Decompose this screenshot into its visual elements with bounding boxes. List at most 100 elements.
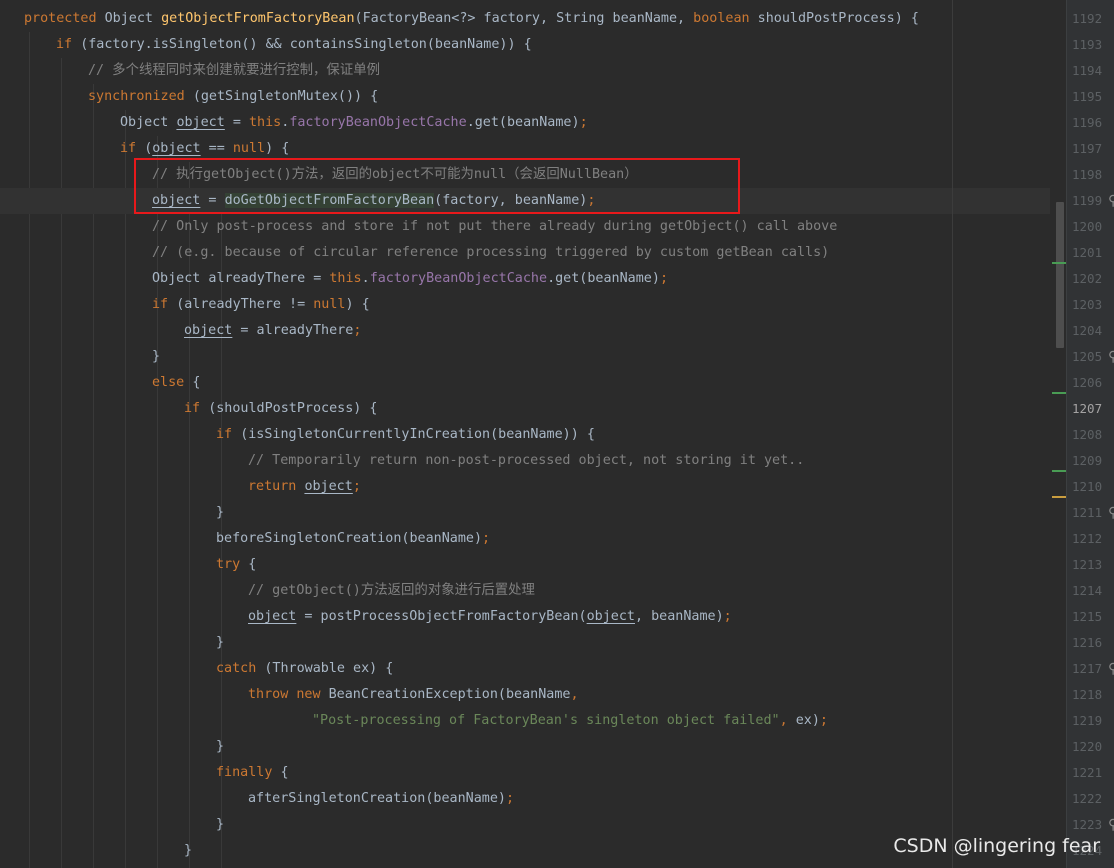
- code-line[interactable]: // 执行getObject()方法，返回的object不可能为null（会返回…: [0, 162, 1056, 188]
- code-keyword: catch: [216, 661, 265, 676]
- code-token: object: [248, 609, 297, 624]
- annotation-bulb-icon[interactable]: ⚲: [1108, 344, 1114, 370]
- code-line[interactable]: object = postProcessObjectFromFactoryBea…: [0, 604, 1056, 630]
- code-line[interactable]: catch (Throwable ex) {: [0, 656, 1056, 682]
- code-token: }: [152, 349, 161, 364]
- code-token: Object: [120, 115, 177, 130]
- code-line[interactable]: else {: [0, 370, 1056, 396]
- scrollbar-thumb[interactable]: [1056, 202, 1064, 348]
- code-line-text: object = alreadyThere;: [184, 318, 361, 344]
- line-number: 1207: [1072, 401, 1103, 416]
- code-line[interactable]: afterSingletonCreation(beanName);: [0, 786, 1056, 812]
- code-line[interactable]: if (shouldPostProcess) {: [0, 396, 1056, 422]
- line-number: 1211: [1072, 505, 1103, 520]
- scroll-change-marker[interactable]: [1052, 496, 1066, 498]
- annotation-bulb-icon[interactable]: ⚲: [1108, 188, 1114, 214]
- code-line-text: // (e.g. because of circular reference p…: [152, 240, 829, 266]
- code-line[interactable]: // 多个线程同时来创建就要进行控制，保证单例: [0, 58, 1056, 84]
- line-number: 1213: [1072, 557, 1103, 572]
- code-comment: // 多个线程同时来创建就要进行控制，保证单例: [88, 63, 380, 78]
- code-token: }: [216, 739, 225, 754]
- code-line-text: }: [216, 734, 224, 760]
- code-line[interactable]: protected Object getObjectFromFactoryBea…: [0, 6, 1056, 32]
- code-keyword: if: [216, 427, 241, 442]
- code-token: BeanCreationException(beanName: [328, 687, 571, 702]
- code-line[interactable]: object = doGetObjectFromFactoryBean(fact…: [0, 188, 1056, 214]
- annotation-bulb-icon[interactable]: ⚲: [1108, 656, 1114, 682]
- code-keyword: ;: [505, 791, 515, 806]
- code-line-text: }: [184, 838, 192, 864]
- code-line-text: // 执行getObject()方法，返回的object不可能为null（会返回…: [152, 162, 638, 188]
- annotation-bulb-icon[interactable]: ⚲: [1108, 500, 1114, 526]
- code-line-text: return object;: [248, 474, 361, 500]
- line-number: 1219: [1072, 713, 1103, 728]
- code-keyword: ;: [819, 713, 828, 728]
- line-number: 1198: [1072, 167, 1103, 182]
- code-token: afterSingletonCreation(beanName): [248, 791, 506, 806]
- vertical-scrollbar[interactable]: [1050, 0, 1066, 868]
- scroll-change-marker[interactable]: [1052, 262, 1066, 264]
- code-line[interactable]: Object object = this.factoryBeanObjectCa…: [0, 110, 1056, 136]
- code-line[interactable]: // getObject()方法返回的对象进行后置处理: [0, 578, 1056, 604]
- code-line[interactable]: try {: [0, 552, 1056, 578]
- code-line[interactable]: if (isSingletonCurrentlyInCreation(beanN…: [0, 422, 1056, 448]
- code-line[interactable]: if (factory.isSingleton() && containsSin…: [0, 32, 1056, 58]
- code-token: ) {: [345, 297, 370, 312]
- code-line[interactable]: finally {: [0, 760, 1056, 786]
- code-token: Object: [104, 11, 162, 26]
- code-keyword: ,: [779, 713, 788, 728]
- line-number: 1220: [1072, 739, 1103, 754]
- code-token: =: [224, 115, 249, 130]
- code-line[interactable]: if (object == null) {: [0, 136, 1056, 162]
- code-area[interactable]: protected Object getObjectFromFactoryBea…: [0, 0, 1056, 868]
- annotation-bulb-icon[interactable]: ⚲: [1108, 812, 1114, 838]
- code-line[interactable]: // Temporarily return non-post-processed…: [0, 448, 1056, 474]
- line-number: 1202: [1072, 271, 1103, 286]
- code-token: (factory, beanName): [434, 193, 588, 208]
- code-line[interactable]: }: [0, 734, 1056, 760]
- code-line[interactable]: beforeSingletonCreation(beanName);: [0, 526, 1056, 552]
- line-number: 1203: [1072, 297, 1103, 312]
- code-line-text: if (shouldPostProcess) {: [184, 396, 378, 422]
- code-line[interactable]: }: [0, 630, 1056, 656]
- code-line-text: try {: [216, 552, 256, 578]
- code-line[interactable]: synchronized (getSingletonMutex()) {: [0, 84, 1056, 110]
- code-line[interactable]: return object;: [0, 474, 1056, 500]
- code-token: object: [152, 141, 201, 156]
- code-token: .: [361, 271, 370, 286]
- code-line[interactable]: }: [0, 344, 1056, 370]
- line-number: 1206: [1072, 375, 1103, 390]
- code-token: .get(beanName): [466, 115, 580, 130]
- code-token: = postProcessObjectFromFactoryBean(: [296, 609, 587, 624]
- watermark: CSDN @lingering fear: [893, 835, 1100, 857]
- scroll-change-marker[interactable]: [1052, 470, 1066, 472]
- line-number: 1209: [1072, 453, 1103, 468]
- line-number: 1195: [1072, 89, 1103, 104]
- code-editor[interactable]: protected Object getObjectFromFactoryBea…: [0, 0, 1114, 868]
- line-number: 1201: [1072, 245, 1103, 260]
- scroll-change-marker[interactable]: [1052, 392, 1066, 394]
- code-token: (isSingletonCurrentlyInCreation(beanName…: [240, 427, 595, 442]
- code-line[interactable]: if (alreadyThere != null) {: [0, 292, 1056, 318]
- code-line[interactable]: // Only post-process and store if not pu…: [0, 214, 1056, 240]
- code-token: object: [184, 323, 233, 338]
- code-line[interactable]: throw new BeanCreationException(beanName…: [0, 682, 1056, 708]
- code-token: object: [586, 609, 635, 624]
- code-line[interactable]: }: [0, 500, 1056, 526]
- code-keyword: return: [248, 479, 305, 494]
- line-number: 1205: [1072, 349, 1103, 364]
- code-token: (Throwable ex) {: [264, 661, 394, 676]
- line-number: 1214: [1072, 583, 1103, 598]
- code-line[interactable]: object = alreadyThere;: [0, 318, 1056, 344]
- code-line[interactable]: // (e.g. because of circular reference p…: [0, 240, 1056, 266]
- line-number: 1210: [1072, 479, 1103, 494]
- code-line[interactable]: Object alreadyThere = this.factoryBeanOb…: [0, 266, 1056, 292]
- code-line-text: }: [216, 812, 224, 838]
- code-line[interactable]: "Post-processing of FactoryBean's single…: [0, 708, 1056, 734]
- line-number: 1215: [1072, 609, 1103, 624]
- code-line-text: protected Object getObjectFromFactoryBea…: [24, 6, 919, 32]
- line-number: 1196: [1072, 115, 1103, 130]
- code-token: beforeSingletonCreation(beanName): [216, 531, 483, 546]
- code-keyword: if: [120, 141, 145, 156]
- code-token: .get(beanName): [547, 271, 660, 286]
